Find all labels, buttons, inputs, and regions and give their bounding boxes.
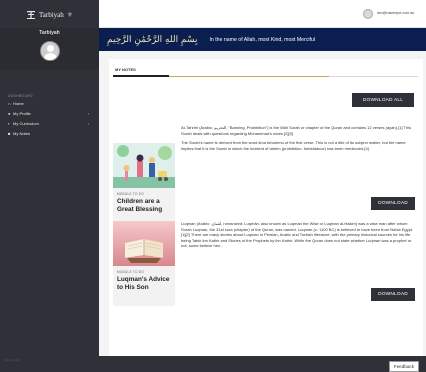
note-body: Luqman (Arabic: لقمان, romanized: Luqmān… [181,221,417,249]
download-button[interactable]: DOWNLOAD [371,197,415,210]
note-paragraph: Luqman (Arabic: لقمان, romanized: Luqmān… [181,221,414,249]
feedback-button[interactable]: Feedback [388,361,419,372]
brand-emblem-icon: ⚜ [66,12,74,19]
notes-panel: MY NOTES DOWNLOAD ALL MODULE TO DO Child… [109,59,423,356]
note-thumbnail [113,143,175,188]
bismillah-banner: بِسْمِ اللهِ الرَّحْمَٰنِ الرَّحِيمِ In … [99,28,426,51]
download-button[interactable]: DOWNLOAD [371,288,415,301]
tarbiyah-logo-icon [26,11,35,19]
module-label: MODULE TO DO [117,192,144,196]
download-all-button[interactable]: DOWNLOAD ALL [352,93,414,107]
footer-bar: Feedback [99,356,426,372]
topbar: dev@mactrepe.com.au [99,0,426,28]
sidebar-item-my-profile[interactable]: ● My Profile › [0,109,99,118]
note-paragraph: The Surah's name is derived from the wor… [181,140,406,151]
sidebar-item-label: My Notes [13,131,30,136]
sidebar-item-home[interactable]: ⌂ Home [0,99,99,108]
sidebar-item-label: Home [13,101,24,106]
sidebar-item-label: My Curriculum [13,121,39,126]
sidebar-item-my-notes[interactable]: ■ My Notes [0,129,99,138]
brand-name: Tarbiyah [38,11,64,19]
chevron-right-icon: › [87,121,89,126]
sidebar-footer: Tarbiyah 2020 [4,359,20,362]
note-title[interactable]: Children are a Great Blessing [117,198,171,213]
note-meta: MODULE TO DO Luqman's Advice to His Son [113,266,175,306]
tab-active-indicator [113,75,169,77]
chevron-right-icon: › [87,111,89,116]
note-card[interactable]: MODULE TO DO Children are a Great Blessi… [113,143,175,228]
note-paragraph: At-Tahrim (Arabic: التحريم, "Banning, Pr… [181,125,412,136]
note-title[interactable]: Luqman's Advice to His Son [117,276,171,291]
tab-my-notes[interactable]: MY NOTES [115,67,136,72]
nav-section-label: DASHBOARD [8,94,33,98]
sidebar: Tarbiyah ⚜ Tarbiyah DASHBOARD ⌂ Home ● M… [0,0,99,372]
user-avatar-icon[interactable] [363,9,373,19]
brand[interactable]: Tarbiyah ⚜ [0,0,99,28]
user-email[interactable]: dev@mactrepe.com.au [377,11,414,15]
user-name: Tarbiyah [39,30,60,36]
note-body: At-Tahrim (Arabic: التحريم, "Banning, Pr… [181,125,417,151]
note-card[interactable]: MODULE TO DO Luqman's Advice to His Son [113,221,175,306]
user-block: Tarbiyah [0,28,99,70]
sidebar-item-my-curriculum[interactable]: ▪ My Curriculum › [0,119,99,128]
bismillah-translation: In the name of Allah, most Kind, most Me… [209,36,315,43]
tabs: MY NOTES [113,65,418,77]
module-label: MODULE TO DO [117,270,144,274]
tab-accent-line [169,76,329,77]
bismillah-arabic: بِسْمِ اللهِ الرَّحْمَٰنِ الرَّحِيمِ [107,34,198,45]
sidebar-item-label: My Profile [13,111,31,116]
main-content: MY NOTES DOWNLOAD ALL MODULE TO DO Child… [99,51,426,356]
note-thumbnail [113,221,175,266]
avatar[interactable] [39,41,60,61]
